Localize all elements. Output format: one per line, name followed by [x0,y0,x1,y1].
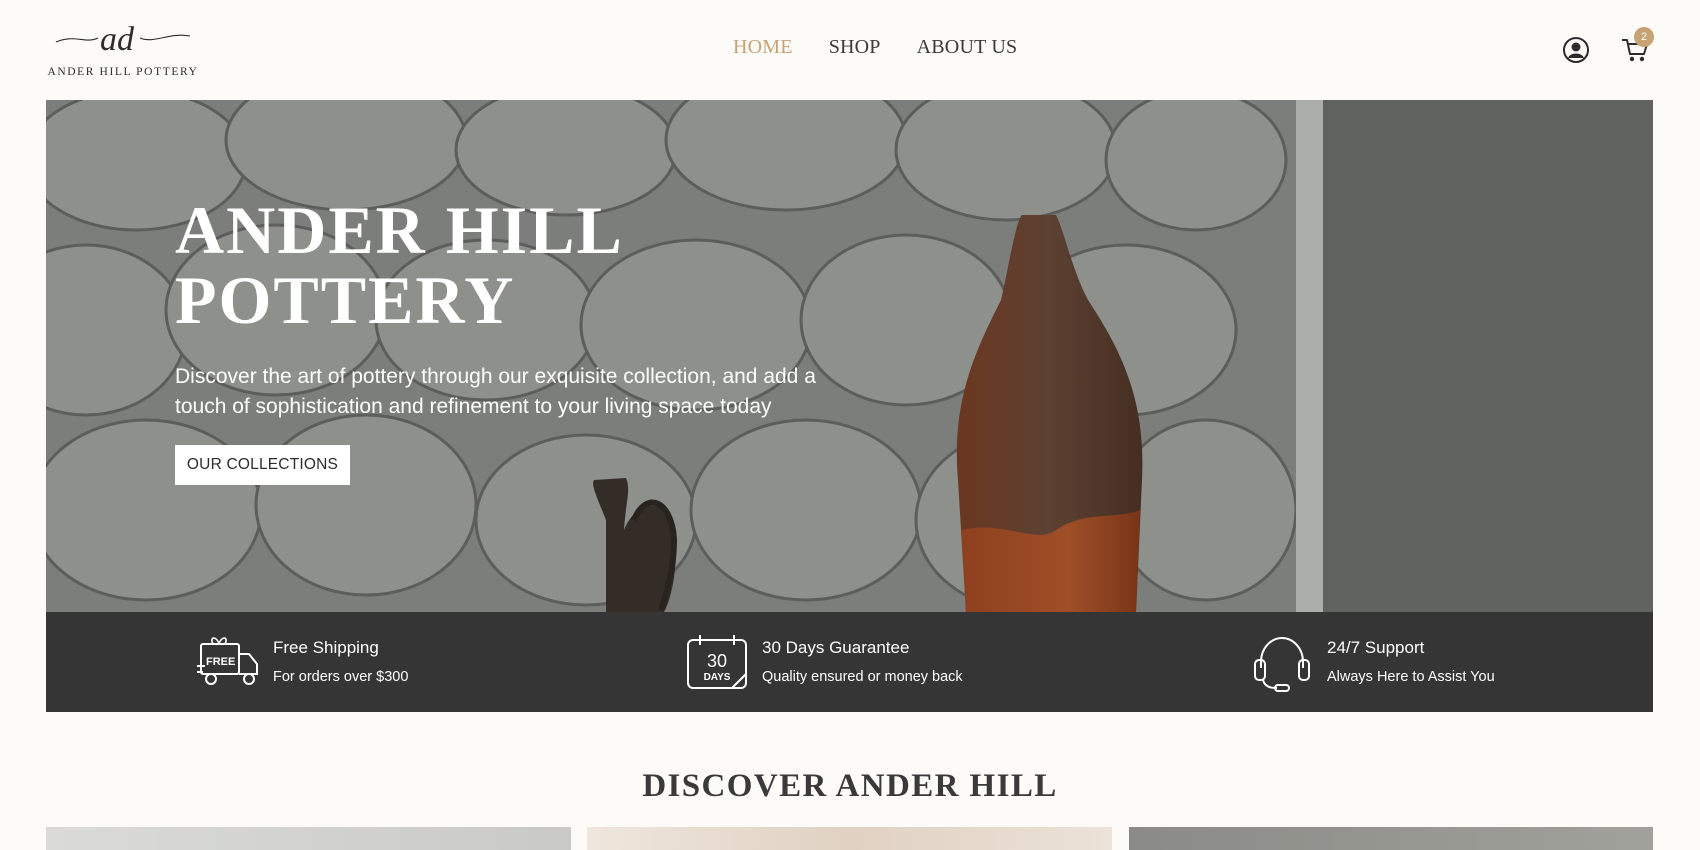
feature-subtitle: Quality ensured or money back [762,669,963,685]
brand-logo[interactable]: ad ANDER HILL POTTERY [46,14,200,80]
discover-card-2[interactable] [587,827,1112,850]
logo-monogram: ad [100,21,135,58]
nav-shop[interactable]: SHOP [829,36,881,59]
feature-title: Free Shipping [273,638,379,657]
feature-title: 30 Days Guarantee [762,638,910,657]
feature-subtitle: For orders over $300 [273,669,409,685]
feature-subtitle: Always Here to Assist You [1327,669,1495,685]
free-shipping-truck-icon: FREE [197,637,258,685]
nav-about-us[interactable]: ABOUT US [917,36,1018,59]
discover-card-1[interactable] [46,827,571,850]
cart-count-badge: 2 [1634,27,1654,47]
features-band: FREE Free Shipping For orders over $300 … [46,612,1653,712]
discover-heading: DISCOVER ANDER HILL [642,768,1058,804]
site-header: ad ANDER HILL POTTERY HOME SHOP ABOUT US… [0,0,1700,100]
hero-title-line1: ANDER HILL [175,192,624,268]
free-shipping-icon-text: FREE [206,656,235,668]
nav-home[interactable]: HOME [733,36,793,59]
hero-description: Discover the art of pottery through our … [175,365,816,418]
logo-monogram-icon: ad [55,21,191,58]
calendar-days-text: DAYS [704,672,731,683]
account-button[interactable] [1562,36,1590,64]
brand-name: ANDER HILL POTTERY [47,66,199,78]
calendar-number: 30 [707,651,727,671]
hero-title: ANDER HILL POTTERY [175,195,624,335]
feature-title: 24/7 Support [1327,638,1425,657]
calendar-30-days-icon: 30 DAYS [687,635,747,689]
discover-card-3[interactable] [1129,827,1653,850]
main-nav: HOME SHOP ABOUT US [733,36,1017,59]
headset-support-icon [1254,636,1310,692]
hero-title-line2: POTTERY [175,262,516,338]
our-collections-button[interactable]: OUR COLLECTIONS [175,445,350,485]
hero-pottery-image [46,100,1653,612]
hero-banner: ANDER HILL POTTERY Discover the art of p… [46,100,1653,612]
user-circle-icon [1563,37,1589,63]
